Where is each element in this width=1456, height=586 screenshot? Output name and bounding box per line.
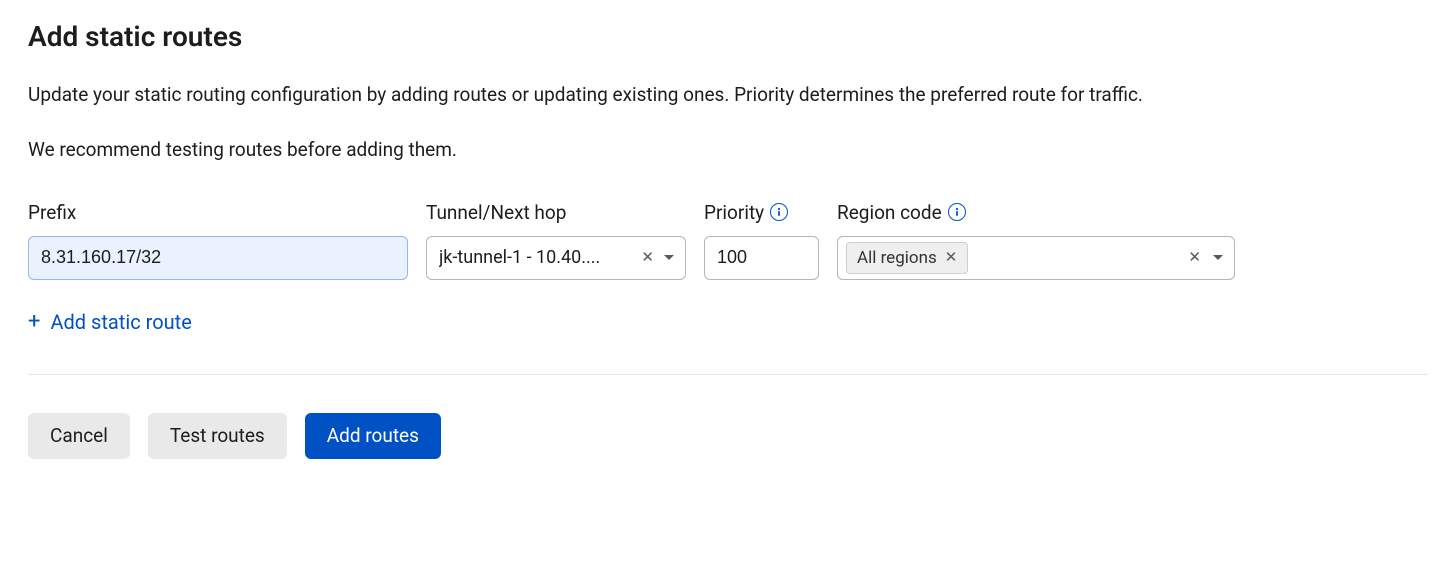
action-bar: Cancel Test routes Add routes bbox=[28, 413, 1428, 459]
add-static-route-link[interactable]: + Add static route bbox=[28, 310, 192, 334]
tunnel-select[interactable]: jk-tunnel-1 - 10.40.... ✕ bbox=[426, 236, 686, 280]
priority-label-text: Priority bbox=[704, 201, 764, 224]
region-label-text: Region code bbox=[837, 201, 942, 224]
region-chip-label: All regions bbox=[857, 248, 937, 268]
route-form-row: Prefix Tunnel/Next hop jk-tunnel-1 - 10.… bbox=[28, 201, 1428, 280]
page-recommendation: We recommend testing routes before addin… bbox=[28, 138, 1428, 161]
info-icon[interactable] bbox=[948, 203, 966, 221]
priority-input[interactable] bbox=[704, 236, 819, 280]
chevron-down-icon bbox=[663, 254, 675, 262]
tunnel-clear-icon[interactable]: ✕ bbox=[638, 250, 657, 265]
add-static-route-label: Add static route bbox=[50, 310, 191, 334]
divider bbox=[28, 374, 1428, 375]
tunnel-label: Tunnel/Next hop bbox=[426, 201, 686, 224]
region-chip: All regions ✕ bbox=[846, 242, 968, 274]
tunnel-select-value: jk-tunnel-1 - 10.40.... bbox=[439, 247, 632, 268]
region-chip-remove-icon[interactable]: ✕ bbox=[945, 250, 958, 265]
test-routes-button[interactable]: Test routes bbox=[148, 413, 287, 459]
chevron-down-icon bbox=[1212, 254, 1224, 262]
field-priority: Priority bbox=[704, 201, 819, 280]
cancel-button[interactable]: Cancel bbox=[28, 413, 130, 459]
field-tunnel: Tunnel/Next hop jk-tunnel-1 - 10.40.... … bbox=[426, 201, 686, 280]
field-region: Region code All regions ✕ ✕ bbox=[837, 201, 1235, 280]
field-prefix: Prefix bbox=[28, 201, 408, 280]
plus-icon: + bbox=[28, 311, 40, 333]
info-icon[interactable] bbox=[770, 203, 788, 221]
region-label: Region code bbox=[837, 201, 1235, 224]
region-select[interactable]: All regions ✕ ✕ bbox=[837, 236, 1235, 280]
add-routes-button[interactable]: Add routes bbox=[305, 413, 441, 459]
page-title: Add static routes bbox=[28, 20, 1428, 53]
prefix-label: Prefix bbox=[28, 201, 408, 224]
region-clear-icon[interactable]: ✕ bbox=[1185, 250, 1204, 265]
priority-label: Priority bbox=[704, 201, 819, 224]
page-description: Update your static routing configuration… bbox=[28, 81, 1428, 110]
prefix-input[interactable] bbox=[28, 236, 408, 280]
